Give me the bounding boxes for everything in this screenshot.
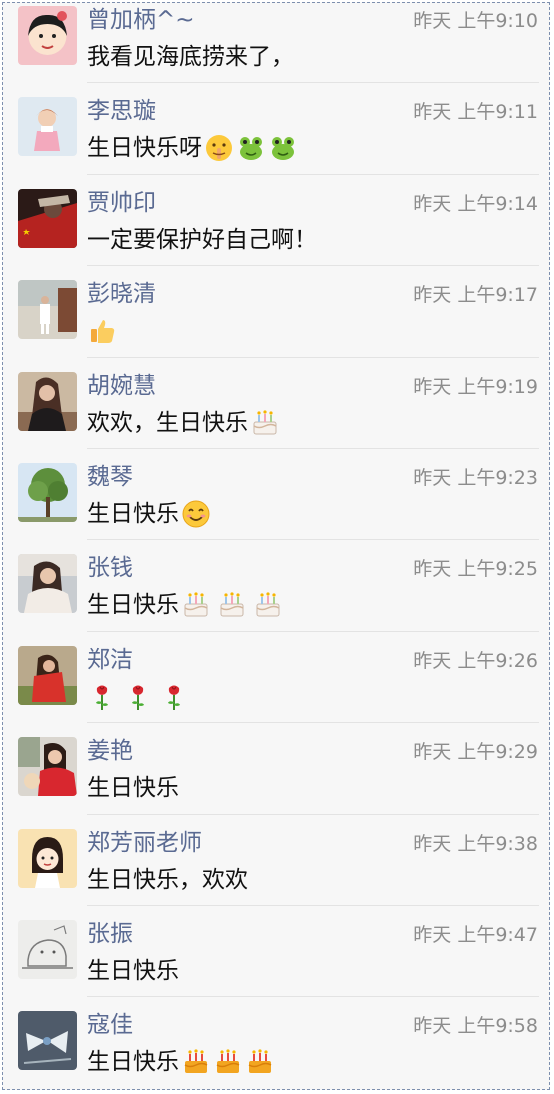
avatar[interactable] [18, 919, 77, 979]
birthday-cake-icon [253, 590, 283, 620]
comment-item[interactable]: 魏琴 昨天 上午9:23 生日快乐 [3, 449, 549, 541]
comment-message: 生日快乐呀 [87, 133, 298, 163]
comment-item[interactable]: 张钱 昨天 上午9:25 生日快乐 [3, 540, 549, 633]
comment-text: 我看见海底捞来了， [87, 44, 294, 70]
avatar[interactable] [18, 97, 77, 157]
comment-text: 一定要保护好自己啊！ [87, 226, 317, 253]
commenter-name[interactable]: 张钱 [87, 554, 133, 582]
comment-item[interactable]: 郑芳丽老师 昨天 上午9:38 生日快乐，欢欢 [3, 815, 549, 907]
birthday-cake-icon [217, 590, 247, 620]
comment-text: 生日快乐 [87, 775, 179, 802]
comment-message [87, 682, 189, 712]
avatar[interactable] [18, 188, 77, 248]
commenter-name[interactable]: 姜艳 [87, 737, 133, 765]
comment-time: 昨天 上午9:25 [413, 558, 538, 581]
comment-time: 昨天 上午9:11 [413, 101, 538, 124]
avatar[interactable] [18, 462, 77, 522]
birthday-cake-icon [181, 590, 211, 620]
comment-item[interactable]: 寇佳 昨天 上午9:58 生日快乐 [3, 997, 549, 1088]
comment-time: 昨天 上午9:17 [413, 284, 538, 307]
commenter-name[interactable]: 胡婉慧 [87, 372, 156, 400]
comment-message: 我看见海底捞来了， [87, 42, 294, 72]
commenter-name[interactable]: 曾加柄^~ [87, 6, 195, 34]
birthday-cake-icon [250, 408, 280, 438]
avatar[interactable] [18, 371, 77, 431]
comment-message: 生日快乐 [87, 773, 179, 803]
comment-text: 生日快乐呀 [87, 135, 202, 162]
comment-time: 昨天 上午9:47 [413, 923, 538, 946]
shush-face-icon [204, 133, 234, 163]
rose-icon [159, 682, 189, 712]
comment-text: 生日快乐 [87, 592, 179, 619]
comment-time: 昨天 上午9:29 [413, 741, 538, 764]
commenter-name[interactable]: 张振 [87, 920, 133, 948]
commenter-name[interactable]: 郑芳丽老师 [87, 829, 202, 857]
comment-message: 生日快乐 [87, 499, 211, 529]
gold-cake-icon [245, 1047, 275, 1077]
comment-item[interactable]: 姜艳 昨天 上午9:29 生日快乐 [3, 723, 549, 815]
comment-message: 欢欢，生日快乐 [87, 408, 280, 438]
comment-time: 昨天 上午9:58 [413, 1015, 538, 1038]
comment-time: 昨天 上午9:26 [413, 649, 538, 672]
gold-cake-icon [181, 1047, 211, 1077]
comment-text: 欢欢，生日快乐 [87, 409, 248, 436]
avatar[interactable] [18, 554, 77, 614]
comment-time: 昨天 上午9:19 [413, 375, 538, 398]
comment-item[interactable]: 李思璇 昨天 上午9:11 生日快乐呀 [3, 83, 549, 176]
comment-text: 生日快乐 [87, 1049, 179, 1076]
comment-item[interactable]: 郑洁 昨天 上午9:26 [3, 632, 549, 724]
comment-item[interactable]: 胡婉慧 昨天 上午9:19 欢欢，生日快乐 [3, 358, 549, 450]
commenter-name[interactable]: 寇佳 [87, 1011, 133, 1039]
frog-icon [268, 133, 298, 163]
comment-message: 生日快乐，欢欢 [87, 865, 248, 895]
avatar[interactable] [18, 737, 77, 797]
avatar[interactable] [18, 828, 77, 888]
comment-list-frame: 曾加柄^~ 昨天 上午9:10 我看见海底捞来了， 李思璇 昨天 上午9:11 … [2, 2, 550, 1090]
commenter-name[interactable]: 郑洁 [87, 646, 133, 674]
comment-time: 昨天 上午9:38 [413, 832, 538, 855]
avatar[interactable] [18, 280, 77, 340]
comment-time: 昨天 上午9:23 [413, 466, 538, 489]
comment-message: 生日快乐 [87, 590, 283, 620]
commenter-name[interactable]: 贾帅印 [87, 189, 156, 217]
comment-message: 一定要保护好自己啊！ [87, 225, 317, 255]
commenter-name[interactable]: 李思璇 [87, 97, 156, 125]
comment-item[interactable]: 彭晓清 昨天 上午9:17 [3, 266, 549, 358]
comment-text: 生日快乐 [87, 500, 179, 527]
avatar[interactable] [18, 1011, 77, 1071]
comment-message: 生日快乐 [87, 1047, 275, 1077]
comment-item[interactable]: 曾加柄^~ 昨天 上午9:10 我看见海底捞来了， [3, 3, 549, 84]
smile-icon [181, 499, 211, 529]
frog-icon [236, 133, 266, 163]
avatar[interactable] [18, 6, 77, 65]
commenter-name[interactable]: 魏琴 [87, 463, 133, 491]
comment-message: 生日快乐 [87, 956, 179, 986]
comment-item[interactable]: 张振 昨天 上午9:47 生日快乐 [3, 906, 549, 998]
avatar[interactable] [18, 645, 77, 705]
comment-item[interactable]: 贾帅印 昨天 上午9:14 一定要保护好自己啊！ [3, 175, 549, 267]
rose-icon [87, 682, 117, 712]
comment-time: 昨天 上午9:10 [413, 10, 538, 32]
comment-message [87, 316, 117, 346]
commenter-name[interactable]: 彭晓清 [87, 280, 156, 308]
comment-list: 曾加柄^~ 昨天 上午9:10 我看见海底捞来了， 李思璇 昨天 上午9:11 … [3, 3, 549, 1089]
comment-time: 昨天 上午9:14 [413, 192, 538, 215]
gold-cake-icon [213, 1047, 243, 1077]
comment-text: 生日快乐 [87, 957, 179, 984]
comment-text: 生日快乐，欢欢 [87, 866, 248, 893]
thumbs-up-icon [87, 316, 117, 346]
rose-icon [123, 682, 153, 712]
